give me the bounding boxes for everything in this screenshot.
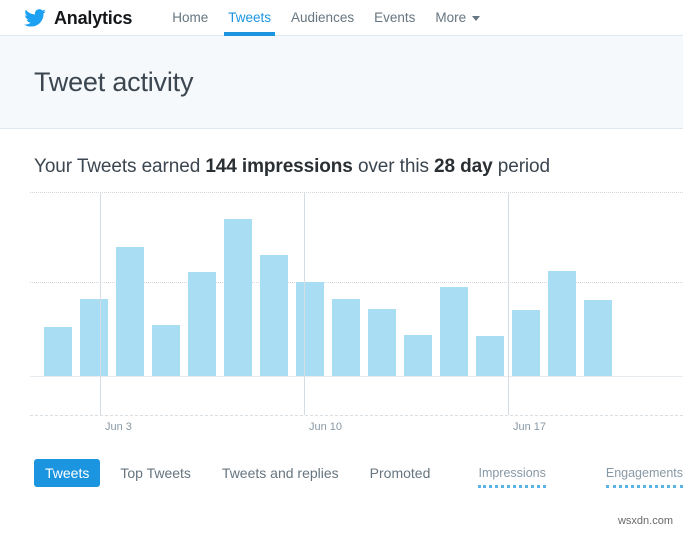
- chart-bar[interactable]: [548, 271, 576, 376]
- chart-bar[interactable]: [476, 336, 504, 376]
- chart-bar[interactable]: [512, 310, 540, 376]
- chart-bar[interactable]: [332, 299, 360, 376]
- summary-suffix: period: [492, 156, 550, 177]
- metric-impressions[interactable]: Impressions: [478, 466, 546, 488]
- summary-prefix: Your Tweets earned: [34, 156, 206, 177]
- metric-toggle-group: Impressions Engagements: [478, 466, 683, 488]
- nav-item-label: Audiences: [291, 9, 355, 25]
- chart-week-separator: [304, 192, 305, 415]
- nav-item-label: More: [435, 9, 467, 25]
- watermark: wsxdn.com: [617, 515, 673, 527]
- summary-period-value: 28 day: [434, 156, 493, 177]
- chart-date-label: Jun 10: [309, 421, 343, 433]
- nav-item-label: Events: [374, 9, 416, 25]
- top-navigation-bar: Analytics Home Tweets Audiences Events M…: [0, 0, 683, 36]
- chart-bar[interactable]: [368, 309, 396, 376]
- chart-bar[interactable]: [584, 300, 612, 376]
- chart-gridline-top: [30, 192, 683, 193]
- filter-tab-bar: Tweets Top Tweets Tweets and replies Pro…: [0, 450, 683, 496]
- nav-item-label: Tweets: [228, 9, 272, 25]
- chart-bar[interactable]: [152, 325, 180, 376]
- chevron-down-icon: [472, 15, 481, 21]
- nav-item-events[interactable]: Events: [364, 1, 425, 35]
- twitter-bird-icon: [24, 8, 46, 27]
- chart-axis-dashed-line: [30, 415, 683, 416]
- brand-logo[interactable]: Analytics: [24, 9, 132, 27]
- chart-date-label: Jun 3: [105, 421, 132, 433]
- impressions-summary: Your Tweets earned 144 impressions over …: [0, 129, 683, 178]
- page-title-band: Tweet activity: [0, 36, 683, 129]
- nav-item-tweets[interactable]: Tweets: [218, 1, 281, 36]
- filter-tab-label: Tweets and replies: [221, 465, 339, 481]
- chart-baseline: [30, 376, 683, 377]
- chart-bar[interactable]: [116, 247, 144, 376]
- brand-title: Analytics: [54, 7, 133, 28]
- page-title: Tweet activity: [34, 66, 194, 97]
- filter-tab-top-tweets[interactable]: Top Tweets: [109, 459, 202, 487]
- chart-bar[interactable]: [296, 282, 324, 376]
- summary-impressions-value: 144 impressions: [205, 156, 353, 177]
- metric-engagements[interactable]: Engagements: [605, 466, 683, 488]
- chart-bar[interactable]: [224, 219, 252, 376]
- filter-tab-label: Top Tweets: [120, 465, 191, 481]
- nav-item-audiences[interactable]: Audiences: [281, 1, 364, 35]
- chart-week-separator: [100, 192, 101, 415]
- chart-bar[interactable]: [188, 272, 216, 376]
- nav-item-home[interactable]: Home: [162, 1, 218, 35]
- summary-middle: over this: [352, 156, 435, 177]
- chart-bar[interactable]: [440, 287, 468, 376]
- filter-tab-label: Promoted: [369, 465, 431, 481]
- chart-bar[interactable]: [80, 299, 108, 376]
- chart-bar[interactable]: [44, 327, 72, 376]
- tweet-activity-bar-chart[interactable]: Jun 3 Jun 10 Jun 17: [0, 189, 683, 444]
- chart-bar[interactable]: [260, 255, 288, 376]
- filter-tab-label: Tweets: [45, 465, 90, 481]
- chart-bar[interactable]: [404, 335, 432, 376]
- nav-item-more[interactable]: More: [425, 1, 490, 35]
- nav-item-label: Home: [172, 9, 209, 25]
- chart-week-separator: [508, 192, 509, 415]
- filter-tab-tweets-and-replies[interactable]: Tweets and replies: [211, 459, 350, 487]
- filter-tab-tweets[interactable]: Tweets: [34, 459, 101, 487]
- chart-date-label: Jun 17: [513, 421, 547, 433]
- filter-tab-promoted[interactable]: Promoted: [359, 459, 442, 487]
